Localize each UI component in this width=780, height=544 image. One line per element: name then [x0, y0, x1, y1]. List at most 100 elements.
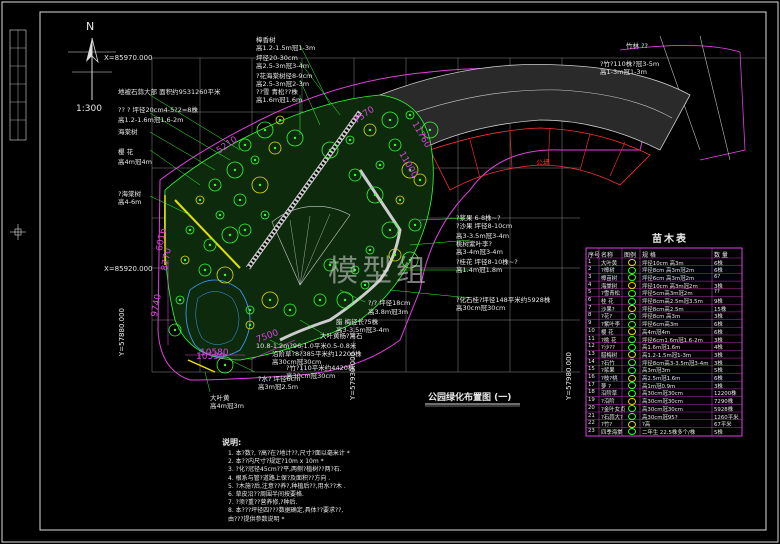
tree-center [243, 143, 247, 147]
plant-table-cell: 4 [588, 281, 592, 288]
tree-center [233, 168, 237, 172]
plant-table-cell: 19 [588, 397, 595, 404]
tree-center [378, 163, 382, 167]
plant-table-cell: 21 [588, 412, 595, 419]
tree-center [203, 268, 207, 272]
plant-legend-symbol-icon [628, 320, 636, 328]
plant-table-cell: 5株 [714, 429, 723, 436]
plant-legend-symbol-icon [628, 297, 636, 305]
callout-label: 高2.5-3m冠3-4m [256, 62, 310, 70]
callout-label: 高1.2-1.6m冠1.6-2m [118, 116, 184, 124]
plant-legend-symbol-icon [628, 374, 636, 382]
plant-table-cell: 二年生 22.5株多个/株 [642, 429, 696, 436]
plant-table-cell: 3 [588, 273, 592, 280]
notes-title: 说明: [222, 438, 242, 447]
tree-center [273, 146, 277, 150]
tree-center [218, 213, 222, 217]
drawing-title-main: 公园绿化布置图 [428, 393, 492, 403]
plant-table-cell: 22 [588, 420, 595, 427]
tree-center [253, 158, 257, 162]
tree-center [183, 258, 187, 262]
tree-center [288, 308, 292, 312]
callout-label: 樱 花 [118, 148, 134, 156]
plant-table-cell: 5 [588, 289, 592, 296]
coord-x-mid: X=85920.000 [104, 265, 153, 273]
north-arrow-icon [68, 37, 116, 100]
callout-label: 高4-6m [118, 198, 142, 206]
tree-center [388, 118, 392, 122]
plant-table-cell: 四季海棠 [601, 429, 623, 436]
plant-legend-symbol-icon [628, 259, 636, 266]
coord-x-top: X=85970.000 [104, 54, 153, 62]
tree-center [248, 323, 252, 327]
tree-center [243, 228, 247, 232]
tree-center [188, 228, 192, 232]
red-arc-ribs [469, 127, 626, 179]
tree-center [318, 298, 322, 302]
tree-center [278, 118, 282, 122]
callout-label: 高3.8m冠3m [368, 308, 409, 316]
plant-table-cell: 20 [588, 404, 595, 411]
tree-center [173, 328, 177, 332]
callout-label: 高4m冠4m [118, 158, 152, 166]
plant-table-cell: 23 [588, 427, 595, 434]
tree-center [263, 128, 267, 132]
plant-table-cell: 13 [588, 350, 595, 357]
tree-center [248, 308, 252, 312]
plant-table-title: 苗木表 [652, 234, 688, 245]
callout-label: 高1.2-1.5m冠1-3m [256, 44, 316, 52]
callout-label: 高1-3m冠1-3m [600, 68, 647, 76]
callout-label: 高1.6m冠1.6m [256, 96, 303, 104]
callout-label: 高4m冠3m [210, 402, 244, 410]
plant-table-cell: 18 [588, 389, 595, 396]
tree-center [408, 113, 412, 117]
tree-center [418, 178, 422, 182]
plant-legend-symbol-icon [628, 397, 636, 405]
callout-label: 竹林 ?? [626, 42, 648, 50]
plant-legend-symbol-icon [628, 413, 636, 420]
plant-legend-symbol-icon [628, 289, 636, 297]
crosshair-cursor [10, 224, 26, 240]
plant-table-cell: 2 [588, 266, 592, 273]
plant-table-cell: 7 [588, 304, 592, 311]
tree-center [223, 273, 227, 277]
plant-table-cell: 16 [588, 374, 595, 380]
tree-center [398, 198, 402, 202]
plant-legend-symbol-icon [628, 389, 636, 397]
plant-table-cell: 6 [588, 297, 592, 303]
tree-center [373, 193, 377, 197]
scale-label: 1:300 [76, 104, 102, 114]
tree-center [228, 233, 232, 237]
plant-legend-symbol-icon [628, 420, 636, 428]
callout-label: ?沙果 坪径8-10cm [456, 222, 513, 230]
note-line: 由???提供参数说明 * [228, 515, 285, 523]
plant-table-cell: ?? [714, 289, 720, 296]
tree-center [263, 213, 267, 217]
plant-table-header-cell: 图例 [624, 252, 637, 259]
callout-label: 高1.4m冠1.8m [456, 266, 503, 274]
callout-label: 高30cm冠30cm [456, 304, 506, 312]
drawing-title-part: (一) [494, 393, 512, 403]
watermark: 模型组 [328, 254, 430, 289]
callout-label: 地被石蒜大部 面积约9531260平米 [118, 88, 221, 96]
plant-table-cell: 12 [588, 343, 595, 350]
coord-y3: Y=57980.000 [565, 352, 573, 400]
callout-label: 高3-4m冠3-4m [456, 248, 503, 256]
callout-label: 高3m冠2.5m [258, 383, 299, 391]
tree-center [293, 136, 297, 140]
tree-center [388, 228, 392, 232]
plant-table-cell: 9 [588, 320, 592, 327]
plant-table-cell: 10 [588, 327, 595, 334]
tree-center [208, 243, 212, 247]
north-letter: N [86, 20, 95, 33]
plant-table-cell: 6? [714, 273, 721, 280]
callout-label: 大叶黄杨?篱石 [320, 332, 363, 340]
tree-center [258, 183, 262, 187]
plant-table-cell: 1 [588, 258, 592, 265]
plant-legend-symbol-icon [628, 266, 636, 274]
plant-table-cell: 17 [588, 381, 595, 388]
plant-table-cell: 14 [588, 358, 595, 365]
tree-center [353, 173, 357, 177]
park-wall-label: 公墙 [536, 159, 550, 167]
callout-label: 海棠树 [118, 128, 138, 136]
